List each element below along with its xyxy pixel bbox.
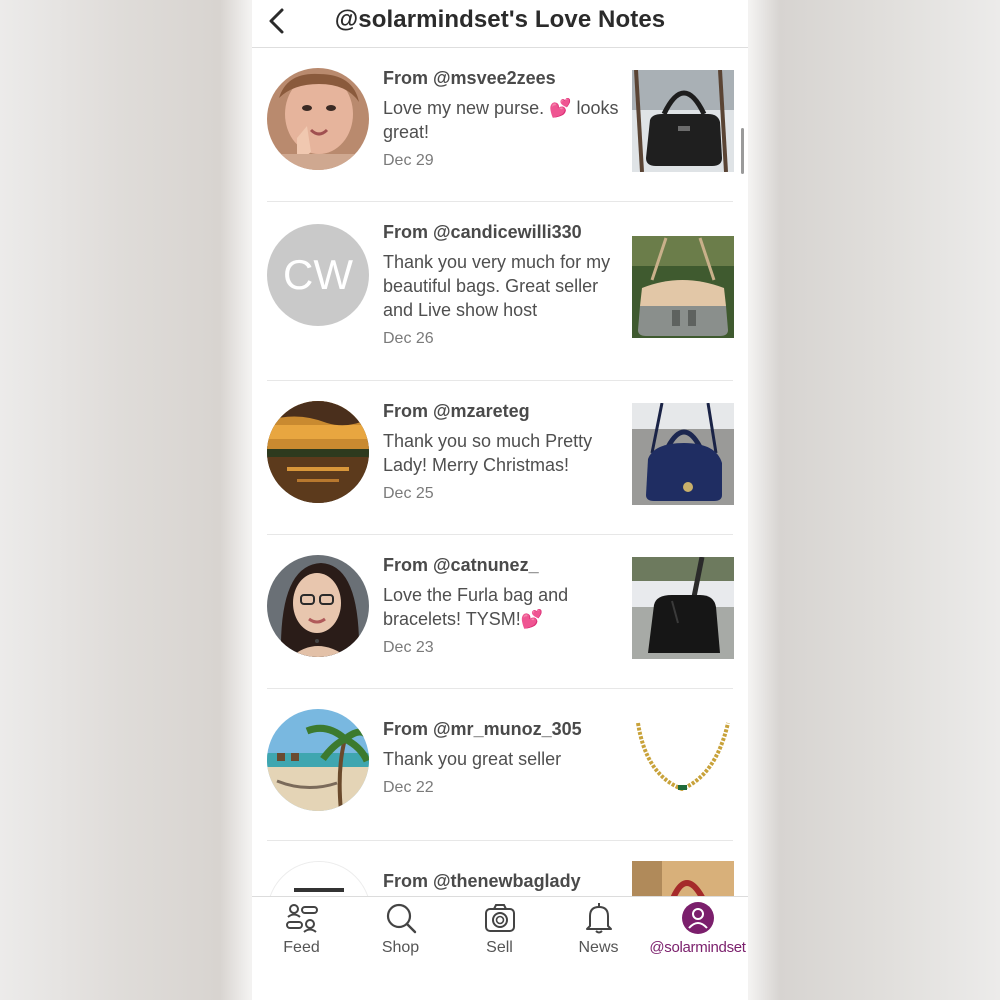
list-item[interactable]: From @thenewbaglady — [267, 841, 734, 896]
search-icon — [386, 903, 416, 934]
love-notes-list[interactable]: From @msvee2zees Love my new purse. 💕 lo… — [252, 48, 748, 896]
tab-label: Feed — [283, 939, 320, 956]
note-date: Dec 22 — [383, 779, 434, 796]
bottom-tab-bar: Feed Shop Sell News @solarmindset — [252, 896, 748, 1000]
tab-label: Sell — [486, 939, 513, 956]
sunset-photo-image — [267, 401, 369, 503]
listing-thumbnail[interactable] — [632, 861, 734, 896]
avatar[interactable] — [267, 68, 369, 170]
listing-thumbnail[interactable] — [632, 557, 734, 659]
tab-sell[interactable]: Sell — [450, 901, 549, 963]
note-date: Dec 25 — [383, 485, 434, 502]
tab-feed[interactable]: Feed — [252, 901, 351, 963]
list-item[interactable]: From @msvee2zees Love my new purse. 💕 lo… — [267, 48, 734, 202]
camera-icon — [484, 904, 515, 932]
logo-photo-image — [268, 862, 370, 896]
note-date: Dec 26 — [383, 330, 434, 347]
note-sender[interactable]: From @mzareteg — [383, 401, 530, 422]
list-item[interactable]: From @mzareteg Thank you so much Pretty … — [267, 381, 734, 535]
tan-gray-shoulder-bag-image — [632, 236, 734, 338]
listing-thumbnail[interactable] — [632, 236, 734, 338]
tab-news[interactable]: News — [549, 901, 648, 963]
listing-thumbnail[interactable] — [632, 709, 734, 811]
note-message: Thank you great seller — [383, 749, 562, 769]
black-handbag-image — [632, 70, 734, 172]
app-screen: @solarmindset's Love Notes From @msvee2z… — [252, 0, 748, 1000]
avatar[interactable] — [267, 401, 369, 503]
note-message: Thank you so much Pretty Lady! Merry Chr… — [383, 431, 593, 475]
avatar[interactable]: CW — [267, 224, 369, 326]
tab-profile[interactable]: @solarmindset — [648, 901, 747, 963]
avatar[interactable] — [267, 709, 369, 811]
bell-icon — [585, 903, 612, 934]
tab-label: Shop — [381, 939, 420, 956]
note-sender[interactable]: From @thenewbaglady — [383, 871, 581, 892]
profile-icon — [681, 902, 714, 934]
tab-label: @solarmindset — [649, 939, 746, 956]
navy-dome-bag-image — [632, 403, 734, 505]
red-bag-image — [632, 861, 734, 896]
black-tote-bag-image — [632, 557, 734, 659]
gold-chain-necklace-image — [632, 709, 734, 811]
feed-icon — [285, 904, 318, 933]
page-title: @solarmindset's Love Notes — [334, 6, 666, 33]
beach-photo-image — [267, 709, 369, 811]
note-date: Dec 23 — [383, 639, 434, 656]
avatar[interactable] — [267, 861, 371, 896]
note-sender[interactable]: From @candicewilli330 — [383, 222, 582, 243]
avatar[interactable] — [267, 555, 369, 657]
tab-shop[interactable]: Shop — [351, 901, 450, 963]
note-sender[interactable]: From @msvee2zees — [383, 68, 556, 89]
list-item[interactable]: CW From @candicewilli330 Thank you very … — [267, 202, 734, 381]
note-sender[interactable]: From @catnunez_ — [383, 555, 539, 576]
list-item[interactable]: From @mr_munoz_305 Thank you great selle… — [267, 689, 734, 841]
note-date: Dec 29 — [383, 152, 434, 169]
note-sender[interactable]: From @mr_munoz_305 — [383, 719, 582, 740]
note-message: Thank you very much for my beautiful bag… — [383, 252, 611, 320]
header-bar: @solarmindset's Love Notes — [252, 0, 748, 48]
listing-thumbnail[interactable] — [632, 403, 734, 505]
listing-thumbnail[interactable] — [632, 70, 734, 172]
list-item[interactable]: From @catnunez_ Love the Furla bag and b… — [267, 535, 734, 689]
user-photo-image — [267, 68, 369, 170]
tab-label: News — [578, 939, 619, 956]
note-message: Love the Furla bag and bracelets! TYSM!💕 — [383, 585, 569, 629]
scrollbar[interactable] — [741, 128, 744, 174]
user-photo-image — [267, 555, 369, 657]
note-message: Love my new purse. 💕 looks great! — [383, 98, 619, 142]
